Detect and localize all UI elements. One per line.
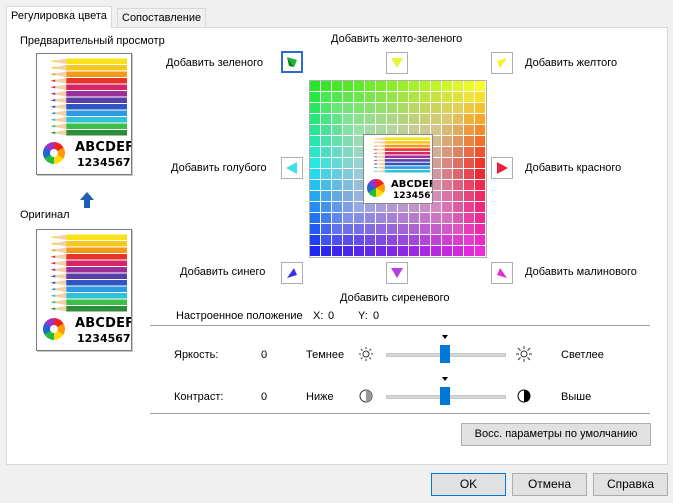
position-y-value: 0	[373, 310, 380, 322]
blue-arrow-icon	[287, 268, 297, 278]
add-cyan-label: Добавить голубого	[171, 162, 267, 174]
arrow-up-icon	[80, 192, 94, 208]
add-cyan-button[interactable]	[281, 157, 303, 179]
tab-label: Регулировка цвета	[11, 10, 107, 22]
add-green-button[interactable]	[281, 51, 303, 73]
reset-defaults-button[interactable]: Восс. параметры по умолчанию	[461, 423, 651, 446]
cancel-button[interactable]: Отмена	[512, 473, 587, 496]
contrast-low-label: Ниже	[306, 391, 334, 403]
center-text-letters: ABCDEF	[391, 179, 433, 190]
position-x-value: 0	[328, 310, 335, 322]
add-blue-label: Добавить синего	[180, 266, 266, 278]
pencils-icon	[373, 137, 430, 173]
position-y-label: Y:	[358, 310, 368, 322]
separator	[150, 325, 650, 326]
center-text-numbers: 1234567	[393, 191, 433, 201]
position-label: Настроенное положение	[176, 310, 303, 322]
separator	[150, 413, 650, 414]
pencils-icon	[50, 234, 127, 312]
color-wheel-icon	[43, 318, 65, 340]
original-title: Оригинал	[20, 209, 70, 221]
sun-bright-icon	[516, 346, 532, 362]
preview-image: ABCDEF 1234567	[36, 53, 132, 175]
brightness-label: Яркость:	[174, 349, 219, 361]
add-magenta-button[interactable]	[491, 262, 513, 284]
add-blue-button[interactable]	[281, 262, 303, 284]
add-red-button[interactable]	[491, 157, 513, 179]
help-button[interactable]: Справка	[593, 473, 668, 496]
add-violet-label: Добавить сиреневого	[340, 292, 450, 304]
brightness-low-label: Темнее	[306, 349, 345, 361]
add-green-label: Добавить зеленого	[166, 57, 263, 69]
brightness-value: 0	[261, 349, 268, 361]
color-wheel-icon	[367, 179, 385, 197]
preview-text-letters: ABCDEF	[75, 140, 132, 155]
pencils-icon	[50, 58, 127, 136]
brightness-high-label: Светлее	[561, 349, 604, 361]
cyan-arrow-icon	[286, 162, 297, 174]
add-violet-button[interactable]	[386, 262, 408, 284]
yellow-green-arrow-icon	[391, 58, 403, 68]
yellow-arrow-icon	[497, 58, 507, 68]
sun-dim-icon	[359, 347, 373, 361]
preview-text-numbers: 1234567	[77, 156, 131, 169]
green-arrow-icon	[287, 57, 297, 67]
original-text-numbers: 1234567	[77, 332, 131, 345]
brightness-slider-thumb[interactable]	[440, 335, 450, 363]
position-x-label: X:	[313, 310, 324, 322]
contrast-value: 0	[261, 391, 268, 403]
red-arrow-icon	[497, 162, 508, 174]
contrast-low-icon	[359, 389, 373, 403]
tab-label: Сопоставление	[122, 12, 202, 24]
violet-arrow-icon	[391, 268, 403, 278]
add-red-label: Добавить красного	[525, 162, 622, 174]
add-yellow-green-label: Добавить желто-зеленого	[331, 33, 463, 45]
add-magenta-label: Добавить малинового	[525, 266, 637, 278]
add-yellow-label: Добавить желтого	[525, 57, 618, 69]
tab-matching[interactable]: Сопоставление	[117, 8, 207, 28]
ok-button[interactable]: OK	[431, 473, 506, 496]
add-yellow-button[interactable]	[491, 52, 513, 74]
magenta-arrow-icon	[497, 268, 507, 278]
contrast-high-icon	[517, 389, 531, 403]
contrast-label: Контраст:	[174, 391, 224, 403]
add-yellow-green-button[interactable]	[386, 52, 408, 74]
color-wheel-icon	[43, 142, 65, 164]
tab-color-adjustment[interactable]: Регулировка цвета	[6, 6, 112, 28]
center-preview-image: ABCDEF 1234567	[363, 134, 433, 204]
original-image: ABCDEF 1234567	[36, 229, 132, 351]
original-text-letters: ABCDEF	[75, 316, 132, 331]
contrast-slider-thumb[interactable]	[440, 377, 450, 405]
preview-title: Предварительный просмотр	[20, 35, 165, 47]
contrast-high-label: Выше	[561, 391, 592, 403]
